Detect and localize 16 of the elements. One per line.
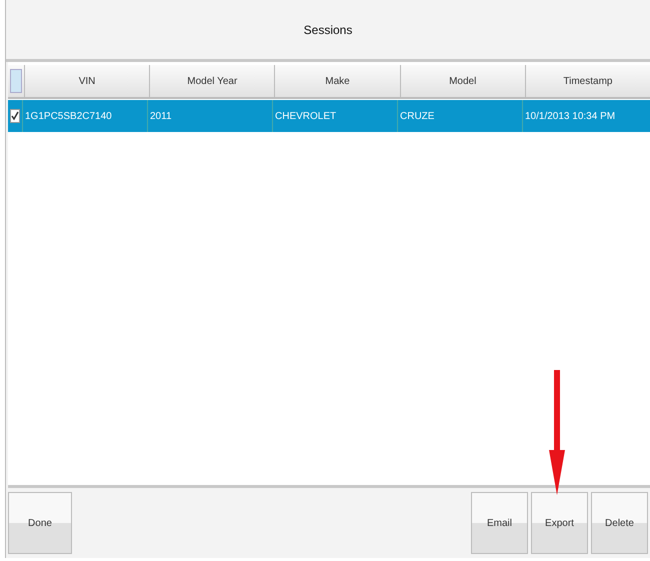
column-header[interactable]: Timestamp xyxy=(524,65,650,97)
table-cell: 2011 xyxy=(147,100,272,132)
column-header[interactable]: Model Year xyxy=(149,65,274,97)
table-cell: 10/1/2013 10:34 PM xyxy=(522,100,647,132)
column-header[interactable]: Make xyxy=(274,65,400,97)
row-checkbox[interactable] xyxy=(10,109,20,123)
action-button[interactable]: Export xyxy=(531,492,588,554)
select-all-checkbox[interactable] xyxy=(10,69,22,93)
table-cell: 1G1PC5SB2C7140 xyxy=(22,100,147,132)
column-header[interactable]: Model xyxy=(400,65,525,97)
table-cell: CRUZE xyxy=(397,100,522,132)
table-cell: CHEVROLET xyxy=(272,100,397,132)
action-button[interactable]: Email xyxy=(471,492,528,554)
column-header[interactable]: VIN xyxy=(24,65,150,97)
action-button[interactable]: Delete xyxy=(591,492,648,554)
action-button[interactable]: Done xyxy=(8,492,72,554)
